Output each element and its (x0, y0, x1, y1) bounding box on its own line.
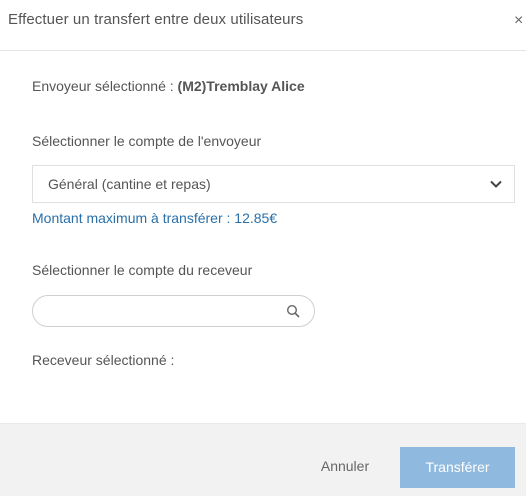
sender-account-label: Sélectionner le compte de l'envoyeur (32, 133, 262, 149)
selected-sender-name: (M2)Tremblay Alice (177, 78, 305, 94)
selected-sender: Envoyeur sélectionné : (M2)Tremblay Alic… (32, 78, 305, 94)
sender-account-select[interactable]: Général (cantine et repas) (32, 165, 515, 203)
max-transfer-amount: Montant maximum à transférer : 12.85€ (32, 210, 278, 226)
close-icon[interactable]: × (514, 12, 526, 30)
receiver-search-input[interactable] (47, 301, 277, 321)
cancel-button[interactable]: Annuler (305, 458, 385, 480)
receiver-account-label: Sélectionner le compte du receveur (32, 262, 253, 278)
selected-receiver-label: Receveur sélectionné : (32, 352, 175, 368)
sender-account-selected-value: Général (cantine et repas) (48, 176, 211, 192)
modal-title: Effectuer un transfert entre deux utilis… (8, 11, 304, 28)
receiver-search-box (32, 295, 315, 327)
transfer-modal: Effectuer un transfert entre deux utilis… (0, 0, 526, 496)
modal-header: Effectuer un transfert entre deux utilis… (0, 0, 526, 51)
search-icon[interactable] (286, 304, 301, 319)
selected-sender-label: Envoyeur sélectionné : (32, 78, 178, 94)
transfer-button[interactable]: Transférer (400, 447, 515, 488)
modal-footer: Annuler Transférer (0, 423, 526, 496)
chevron-down-icon (490, 180, 502, 188)
